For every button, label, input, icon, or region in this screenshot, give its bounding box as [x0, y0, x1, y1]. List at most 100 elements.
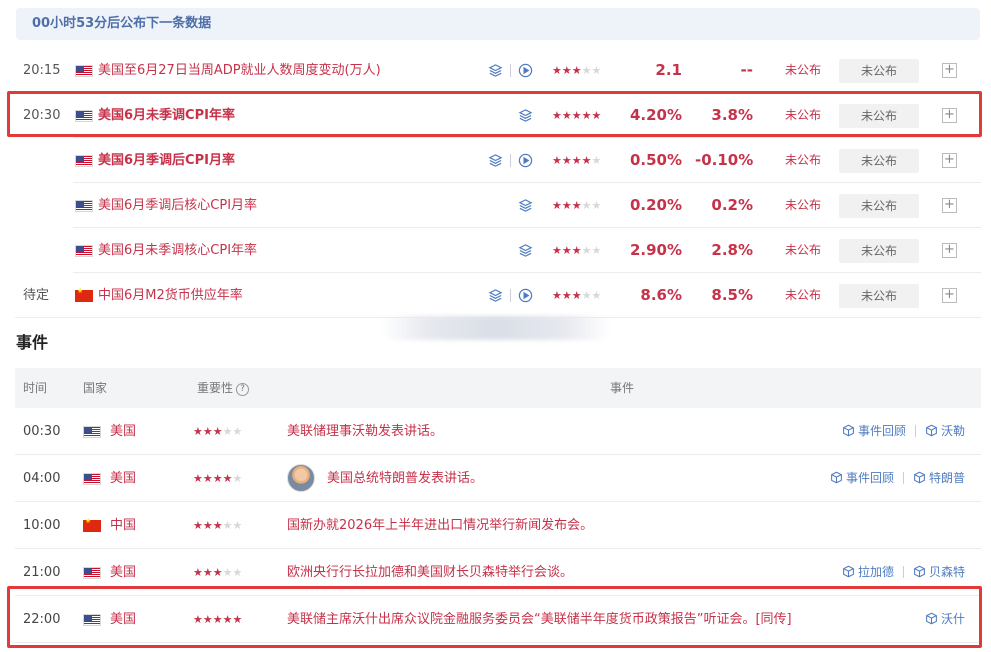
header-importance: 重要性? — [197, 368, 250, 408]
previous-value: 8.6% — [640, 286, 682, 304]
layers-icon[interactable] — [488, 153, 503, 168]
event-country: 美国 — [110, 471, 137, 486]
release-time: 20:30 — [23, 108, 61, 123]
indicator-name[interactable]: 美国6月未季调核心CPI年率 — [98, 228, 257, 273]
divider — [510, 154, 511, 167]
event-link[interactable]: 沃勒 — [925, 408, 965, 455]
cube-icon — [925, 424, 941, 438]
event-links: 沃什 — [925, 596, 965, 643]
play-icon[interactable] — [518, 288, 533, 303]
event-link-label: 沃什 — [940, 612, 965, 626]
release-time: 20:15 — [23, 63, 61, 78]
events-list: 00:30 美国 ★★★★★ 美联储理事沃勒发表讲话。 事件回顾 沃勒 04:00 美国 ★★★… — [15, 408, 981, 643]
event-link[interactable]: 特朗普 — [913, 455, 965, 502]
indicator-name[interactable]: 中国6月M2货币供应年率 — [98, 273, 243, 318]
importance-stars: ★★★★★ — [193, 613, 243, 626]
importance-stars: ★★★★★ — [552, 109, 602, 122]
cube-icon — [913, 471, 929, 485]
event-text[interactable]: 美国总统特朗普发表讲话。 — [327, 455, 483, 502]
divider — [902, 472, 904, 484]
data-row[interactable]: 美国6月季调后核心CPI月率 ★★★★★ 0.20% 0.2% 未公布 未公布 + — [15, 183, 981, 228]
consensus-value: 8.5% — [711, 286, 753, 304]
actual-value: 未公布 — [785, 153, 822, 167]
layers-icon[interactable] — [488, 63, 503, 78]
us-flag-icon — [75, 110, 93, 122]
event-link-label: 拉加德 — [857, 565, 894, 579]
indicator-name[interactable]: 美国6月未季调CPI年率 — [98, 93, 235, 138]
event-link[interactable]: 事件回顾 — [830, 455, 894, 502]
event-text[interactable]: 美联储主席沃什出席众议院金融服务委员会“美联储半年度货币政策报告”听证会。[同传… — [287, 596, 792, 643]
cube-icon — [830, 471, 846, 485]
event-link-label: 特朗普 — [928, 471, 965, 485]
event-link[interactable]: 贝森特 — [913, 549, 965, 596]
unpublished-button[interactable]: 未公布 — [839, 194, 919, 218]
event-row[interactable]: 22:00 美国 ★★★★★ 美联储主席沃什出席众议院金融服务委员会“美联储半年度货币… — [15, 596, 981, 643]
us-flag-icon — [83, 614, 101, 626]
unpublished-button[interactable]: 未公布 — [839, 284, 919, 308]
actual-value: 未公布 — [785, 288, 822, 302]
data-row[interactable]: 20:30 美国6月未季调CPI年率 ★★★★★ 4.20% 3.8% 未公布 未公布 + — [15, 93, 981, 138]
actual-value: 未公布 — [785, 63, 822, 77]
add-icon[interactable]: + — [942, 153, 957, 168]
event-link[interactable]: 拉加德 — [842, 549, 894, 596]
actual-value: 未公布 — [785, 108, 822, 122]
data-row[interactable]: 美国6月季调后CPI月率 ★★★★★ 0.50% -0.10% 未公布 未公布 + — [15, 138, 981, 183]
event-link[interactable]: 沃什 — [925, 596, 965, 643]
countdown-banner: 00小时53分后公布下一条数据 — [16, 8, 980, 40]
consensus-value: -- — [740, 61, 753, 79]
event-link-label: 事件回顾 — [857, 424, 906, 438]
avatar — [287, 464, 315, 492]
data-row[interactable]: 美国6月未季调核心CPI年率 ★★★★★ 2.90% 2.8% 未公布 未公布 + — [15, 228, 981, 273]
importance-stars: ★★★★★ — [552, 154, 602, 167]
cn-flag-icon — [75, 287, 93, 302]
event-row[interactable]: 00:30 美国 ★★★★★ 美联储理事沃勒发表讲话。 事件回顾 沃勒 — [15, 408, 981, 455]
event-time: 00:30 — [23, 424, 61, 439]
add-icon[interactable]: + — [942, 108, 957, 123]
importance-stars: ★★★★★ — [552, 64, 602, 77]
previous-value: 0.20% — [629, 196, 682, 214]
event-text[interactable]: 欧洲央行行长拉加德和美国财长贝森特举行会谈。 — [287, 549, 573, 596]
event-country: 美国 — [110, 424, 137, 439]
help-icon[interactable]: ? — [236, 383, 250, 396]
indicator-name[interactable]: 美国至6月27日当周ADP就业人数周度变动(万人) — [98, 48, 381, 93]
indicator-name[interactable]: 美国6月季调后核心CPI月率 — [98, 183, 257, 228]
importance-stars: ★★★★★ — [193, 519, 243, 532]
data-row[interactable]: 20:15 美国至6月27日当周ADP就业人数周度变动(万人) ★★★★★ 2.1 --… — [15, 48, 981, 93]
add-icon[interactable]: + — [942, 288, 957, 303]
play-icon[interactable] — [518, 153, 533, 168]
importance-stars: ★★★★★ — [552, 199, 602, 212]
indicator-name[interactable]: 美国6月季调后CPI月率 — [98, 138, 235, 183]
layers-icon[interactable] — [488, 288, 503, 303]
us-flag-icon — [83, 426, 101, 438]
layers-icon[interactable] — [518, 198, 533, 213]
previous-value: 0.50% — [629, 151, 682, 169]
event-text[interactable]: 美联储理事沃勒发表讲话。 — [287, 408, 443, 455]
event-text[interactable]: 国新办就2026年上半年进出口情况举行新闻发布会。 — [287, 502, 593, 549]
unpublished-button[interactable]: 未公布 — [839, 149, 919, 173]
add-icon[interactable]: + — [942, 63, 957, 78]
event-row[interactable]: 04:00 美国 ★★★★★ 美国总统特朗普发表讲话。 事件回顾 特朗普 — [15, 455, 981, 502]
us-flag-icon — [75, 65, 93, 77]
add-icon[interactable]: + — [942, 198, 957, 213]
event-time: 22:00 — [23, 612, 61, 627]
layers-icon[interactable] — [518, 243, 533, 258]
unpublished-button[interactable]: 未公布 — [839, 59, 919, 83]
us-flag-icon — [83, 473, 101, 485]
unpublished-button[interactable]: 未公布 — [839, 104, 919, 128]
us-flag-icon — [83, 567, 101, 579]
data-row[interactable]: 待定 中国6月M2货币供应年率 ★★★★★ 8.6% 8.5% 未公布 未公布 + — [15, 273, 981, 318]
event-link-label: 沃勒 — [940, 424, 965, 438]
event-link[interactable]: 事件回顾 — [842, 408, 906, 455]
divider — [510, 64, 511, 77]
previous-value: 2.90% — [629, 241, 682, 259]
add-icon[interactable]: + — [942, 243, 957, 258]
event-row[interactable]: 10:00 中国 ★★★★★ 国新办就2026年上半年进出口情况举行新闻发布会。 — [15, 502, 981, 549]
event-row[interactable]: 21:00 美国 ★★★★★ 欧洲央行行长拉加德和美国财长贝森特举行会谈。 拉加德 贝森特 — [15, 549, 981, 596]
cube-icon — [913, 565, 929, 579]
play-icon[interactable] — [518, 63, 533, 78]
economic-data-list: 20:15 美国至6月27日当周ADP就业人数周度变动(万人) ★★★★★ 2.1 --… — [15, 48, 981, 318]
event-links: 拉加德 贝森特 — [842, 549, 965, 596]
layers-icon[interactable] — [518, 108, 533, 123]
event-country: 中国 — [110, 518, 137, 533]
unpublished-button[interactable]: 未公布 — [839, 239, 919, 263]
